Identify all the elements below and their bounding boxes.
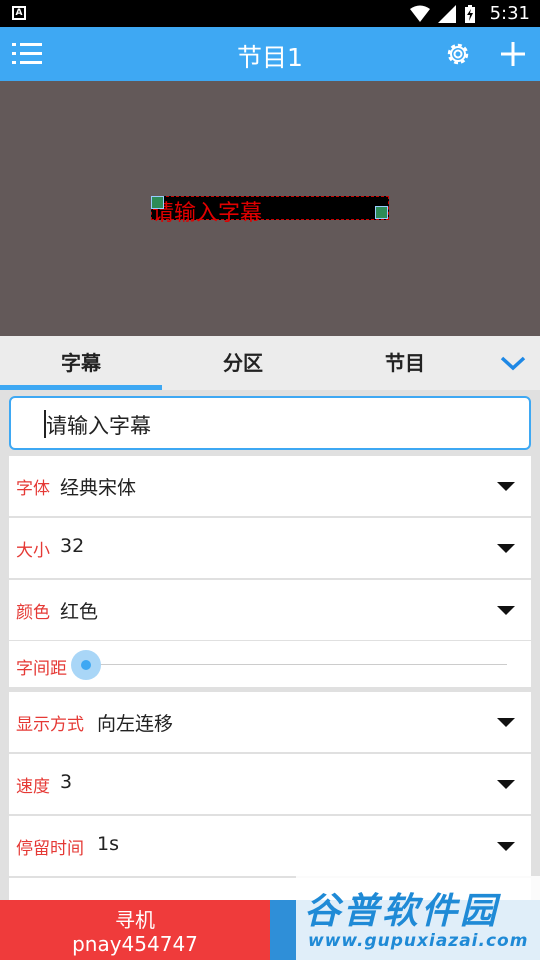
dwell-time-value: 1s [97,833,119,855]
display-mode-label: 显示方式 [16,715,84,735]
add-icon[interactable] [498,39,528,69]
color-select[interactable]: 颜色 红色 [9,580,531,640]
size-value: 32 [60,535,85,557]
app-bar: 节目1 [0,27,540,81]
led-preview[interactable]: 请输入字幕 [0,81,540,336]
font-value: 经典宋体 [60,477,137,499]
spacing-row: 字间距 [9,641,531,687]
size-select[interactable]: 大小 32 [9,518,531,578]
resize-handle-top-left[interactable] [151,196,164,209]
tab-partition[interactable]: 分区 [162,336,324,390]
dwell-time-select[interactable]: 停留时间 1s [9,816,531,876]
speed-value: 3 [60,771,73,793]
subtitle-input-value: 请输入字幕 [46,414,151,438]
watermark-title: 谷普软件园 [304,891,500,932]
preview-text-box[interactable]: 请输入字幕 [151,196,389,226]
watermark-url: www.gupuxiazai.com [308,931,529,951]
spacing-slider-track[interactable] [87,664,507,665]
settings-panel: 请输入字幕 字体 经典宋体 大小 32 颜色 红色 字间距 显示方式 向左连移 … [0,390,540,900]
site-watermark: 谷普软件园 www.gupuxiazai.com [296,876,540,960]
status-icons [410,5,476,23]
resize-handle-bottom-right[interactable] [375,206,388,219]
speed-label: 速度 [16,777,50,797]
wifi-icon [410,5,430,22]
preview-text: 请输入字幕 [152,201,263,226]
tab-subtitle[interactable]: 字幕 [0,336,162,390]
gear-icon[interactable] [444,40,472,68]
dropdown-arrow-icon [497,718,515,727]
tab-program[interactable]: 节目 [324,336,486,390]
dropdown-arrow-icon [497,544,515,553]
tab-label: 节目 [385,351,425,375]
dwell-time-label: 停留时间 [16,839,84,859]
device-id: pnay454747 [72,932,198,956]
chevron-down-icon[interactable] [498,352,528,374]
size-label: 大小 [16,541,50,561]
spacing-label: 字间距 [16,659,67,679]
tab-label: 字幕 [61,351,101,375]
dropdown-arrow-icon [497,606,515,615]
battery-icon [465,5,475,23]
color-value: 红色 [60,601,99,623]
dropdown-arrow-icon [497,842,515,851]
subtitle-input[interactable]: 请输入字幕 [9,396,531,450]
search-device-button[interactable]: 寻机 pnay454747 [0,900,270,960]
display-mode-select[interactable]: 显示方式 向左连移 [9,692,531,752]
display-mode-value: 向左连移 [97,713,174,735]
dropdown-arrow-icon [497,780,515,789]
dropdown-arrow-icon [497,482,515,491]
font-label: 字体 [16,479,50,499]
status-bar: A 5:31 [0,0,540,27]
font-select[interactable]: 字体 经典宋体 [9,456,531,516]
search-device-label: 寻机 [115,908,155,932]
tab-label: 分区 [223,351,263,375]
tab-bar: 字幕 分区 节目 [0,336,540,390]
notification-icon: A [12,6,26,20]
color-label: 颜色 [16,603,50,623]
speed-select[interactable]: 速度 3 [9,754,531,814]
clock: 5:31 [489,3,530,24]
signal-icon [438,5,456,23]
spacing-slider-thumb[interactable] [71,650,101,680]
